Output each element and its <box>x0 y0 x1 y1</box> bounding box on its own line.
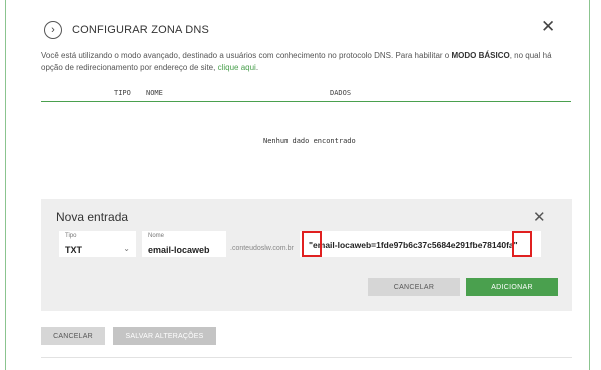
table-divider <box>41 101 571 102</box>
description-text: Você está utilizando o modo avançado, de… <box>41 51 452 60</box>
records-table-header: TIPO NOME DADOS <box>41 87 571 101</box>
footer-divider <box>41 357 572 358</box>
close-icon[interactable]: ✕ <box>533 208 546 226</box>
frame-border-right <box>589 0 590 370</box>
basic-mode-label: MODO BÁSICO <box>451 51 510 60</box>
frame-border-left <box>5 0 6 370</box>
type-select[interactable]: Tipo TXT ⌄ <box>59 231 136 257</box>
highlight-box-start <box>302 231 322 257</box>
cancel-entry-button[interactable]: CANCELAR <box>368 278 460 296</box>
new-entry-panel: Nova entrada ✕ Tipo TXT ⌄ Nome email-loc… <box>41 199 572 311</box>
add-entry-button[interactable]: ADICIONAR <box>466 278 558 296</box>
close-icon[interactable]: ✕ <box>541 18 555 35</box>
highlight-box-end <box>512 231 532 257</box>
dns-zone-dialog: › CONFIGURAR ZONA DNS ✕ Você está utiliz… <box>14 0 586 370</box>
name-value: email-locaweb <box>148 245 210 255</box>
save-changes-button[interactable]: SALVAR ALTERAÇÕES <box>113 327 216 345</box>
column-header-dados: DADOS <box>330 89 352 97</box>
click-here-link[interactable]: clique aqui <box>218 63 256 72</box>
dialog-header: › CONFIGURAR ZONA DNS <box>44 20 209 40</box>
chevron-down-icon: ⌄ <box>123 244 130 253</box>
domain-suffix: .conteudoslw.com.br <box>230 245 294 252</box>
name-input[interactable]: Nome email-locaweb <box>142 231 226 257</box>
type-value: TXT <box>65 245 82 255</box>
type-label: Tipo <box>65 233 77 239</box>
cancel-button[interactable]: CANCELAR <box>41 327 105 345</box>
dialog-title: CONFIGURAR ZONA DNS <box>72 24 210 36</box>
column-header-tipo: TIPO <box>114 89 131 97</box>
column-header-nome: NOME <box>146 89 163 97</box>
empty-message-text: Nenhum dado encontrado <box>263 137 356 145</box>
data-input[interactable]: "email-locaweb=1fde97b6c37c5684e291fbe78… <box>300 231 541 257</box>
name-label: Nome <box>148 233 165 239</box>
chevron-right-icon[interactable]: › <box>44 21 62 39</box>
data-value: "email-locaweb=1fde97b6c37c5684e291fbe78… <box>309 240 518 250</box>
mode-description: Você está utilizando o modo avançado, de… <box>41 50 571 74</box>
description-text-3: . <box>255 63 259 72</box>
new-entry-title: Nova entrada <box>56 210 129 224</box>
